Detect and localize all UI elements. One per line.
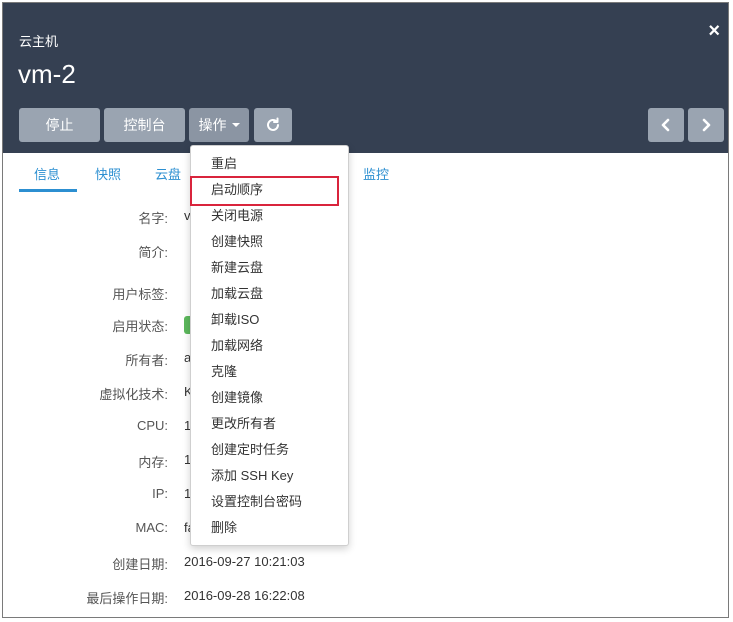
refresh-icon bbox=[267, 117, 279, 131]
description-label: 简介: bbox=[138, 245, 168, 260]
menu-item-attach-volume[interactable]: 加载云盘 bbox=[191, 281, 348, 307]
info-row-cpu: CPU: 1 bbox=[3, 418, 728, 438]
ip-label: IP: bbox=[152, 486, 168, 501]
active-tab-indicator bbox=[19, 189, 77, 192]
mac-label: MAC: bbox=[135, 520, 169, 535]
last-operation-date-label: 最后操作日期: bbox=[86, 591, 168, 606]
dialog-header: 云主机 vm-2 × 停止 控制台 操作 bbox=[3, 3, 728, 153]
memory-label: 内存: bbox=[138, 455, 168, 470]
menu-item-create-scheduled-task[interactable]: 创建定时任务 bbox=[191, 437, 348, 463]
next-button[interactable] bbox=[688, 108, 724, 142]
menu-item-create-snapshot[interactable]: 创建快照 bbox=[191, 229, 348, 255]
tab-info[interactable]: 信息 bbox=[34, 164, 60, 183]
info-row-owner: 所有者: a bbox=[3, 350, 728, 370]
menu-item-attach-network[interactable]: 加载网络 bbox=[191, 333, 348, 359]
info-row-state: 启用状态: bbox=[3, 316, 728, 336]
refresh-button[interactable] bbox=[254, 108, 292, 142]
info-row-memory: 内存: 1 bbox=[3, 452, 728, 472]
console-button[interactable]: 控制台 bbox=[104, 108, 185, 142]
previous-button[interactable] bbox=[648, 108, 684, 142]
actions-dropdown-menu: 重启 启动顺序 关闭电源 创建快照 新建云盘 加载云盘 卸载ISO 加载网络 克… bbox=[190, 145, 349, 546]
tab-snapshots[interactable]: 快照 bbox=[95, 164, 121, 183]
info-row-description: 简介: bbox=[3, 242, 728, 262]
cpu-label: CPU: bbox=[136, 418, 168, 433]
menu-item-clone[interactable]: 克隆 bbox=[191, 359, 348, 385]
actions-dropdown-button[interactable]: 操作 bbox=[189, 108, 249, 142]
info-row-tags: 用户标签: bbox=[3, 284, 728, 304]
menu-item-reboot[interactable]: 重启 bbox=[191, 151, 348, 177]
chevron-right-icon bbox=[702, 118, 711, 132]
enable-state-label: 启用状态: bbox=[112, 319, 168, 334]
created-date-value: 2016-09-27 10:21:03 bbox=[184, 554, 305, 569]
detail-tabs: 信息 快照 云盘 监控 bbox=[19, 153, 719, 193]
info-row-virtualization: 虚拟化技术: K bbox=[3, 384, 728, 404]
vm-detail-dialog: 云主机 vm-2 × 停止 控制台 操作 信息 快照 云盘 监控 名字: v 简… bbox=[2, 2, 729, 618]
page-title: vm-2 bbox=[18, 59, 76, 89]
close-icon[interactable]: × bbox=[708, 21, 720, 41]
info-row-last-operation: 最后操作日期: 2016-09-28 16:22:08 bbox=[3, 588, 728, 608]
menu-item-change-owner[interactable]: 更改所有者 bbox=[191, 411, 348, 437]
chevron-left-icon bbox=[661, 118, 670, 132]
menu-item-boot-order[interactable]: 启动顺序 bbox=[191, 177, 348, 203]
created-date-label: 创建日期: bbox=[112, 557, 168, 572]
menu-item-set-console-password[interactable]: 设置控制台密码 bbox=[191, 489, 348, 515]
last-operation-date-value: 2016-09-28 16:22:08 bbox=[184, 588, 305, 603]
name-label: 名字: bbox=[138, 211, 168, 226]
caret-down-icon bbox=[231, 123, 240, 127]
resource-type-label: 云主机 bbox=[19, 34, 59, 49]
menu-item-create-image[interactable]: 创建镜像 bbox=[191, 385, 348, 411]
info-row-mac: MAC: fa bbox=[3, 520, 728, 540]
menu-item-add-ssh-key[interactable]: 添加 SSH Key bbox=[191, 463, 348, 489]
info-row-ip: IP: 1 bbox=[3, 486, 728, 506]
stop-button[interactable]: 停止 bbox=[19, 108, 100, 142]
menu-item-delete[interactable]: 删除 bbox=[191, 515, 348, 541]
owner-label: 所有者: bbox=[125, 353, 168, 368]
menu-item-detach-iso[interactable]: 卸载ISO bbox=[191, 307, 348, 333]
virtualization-label: 虚拟化技术: bbox=[99, 387, 168, 402]
menu-item-power-off[interactable]: 关闭电源 bbox=[191, 203, 348, 229]
tab-volumes[interactable]: 云盘 bbox=[155, 164, 181, 183]
actions-button-label: 操作 bbox=[198, 117, 227, 133]
user-tags-label: 用户标签: bbox=[112, 287, 168, 302]
tab-monitoring[interactable]: 监控 bbox=[363, 164, 389, 183]
info-row-created: 创建日期: 2016-09-27 10:21:03 bbox=[3, 554, 728, 574]
info-row-name: 名字: v bbox=[3, 208, 728, 228]
menu-item-new-volume[interactable]: 新建云盘 bbox=[191, 255, 348, 281]
